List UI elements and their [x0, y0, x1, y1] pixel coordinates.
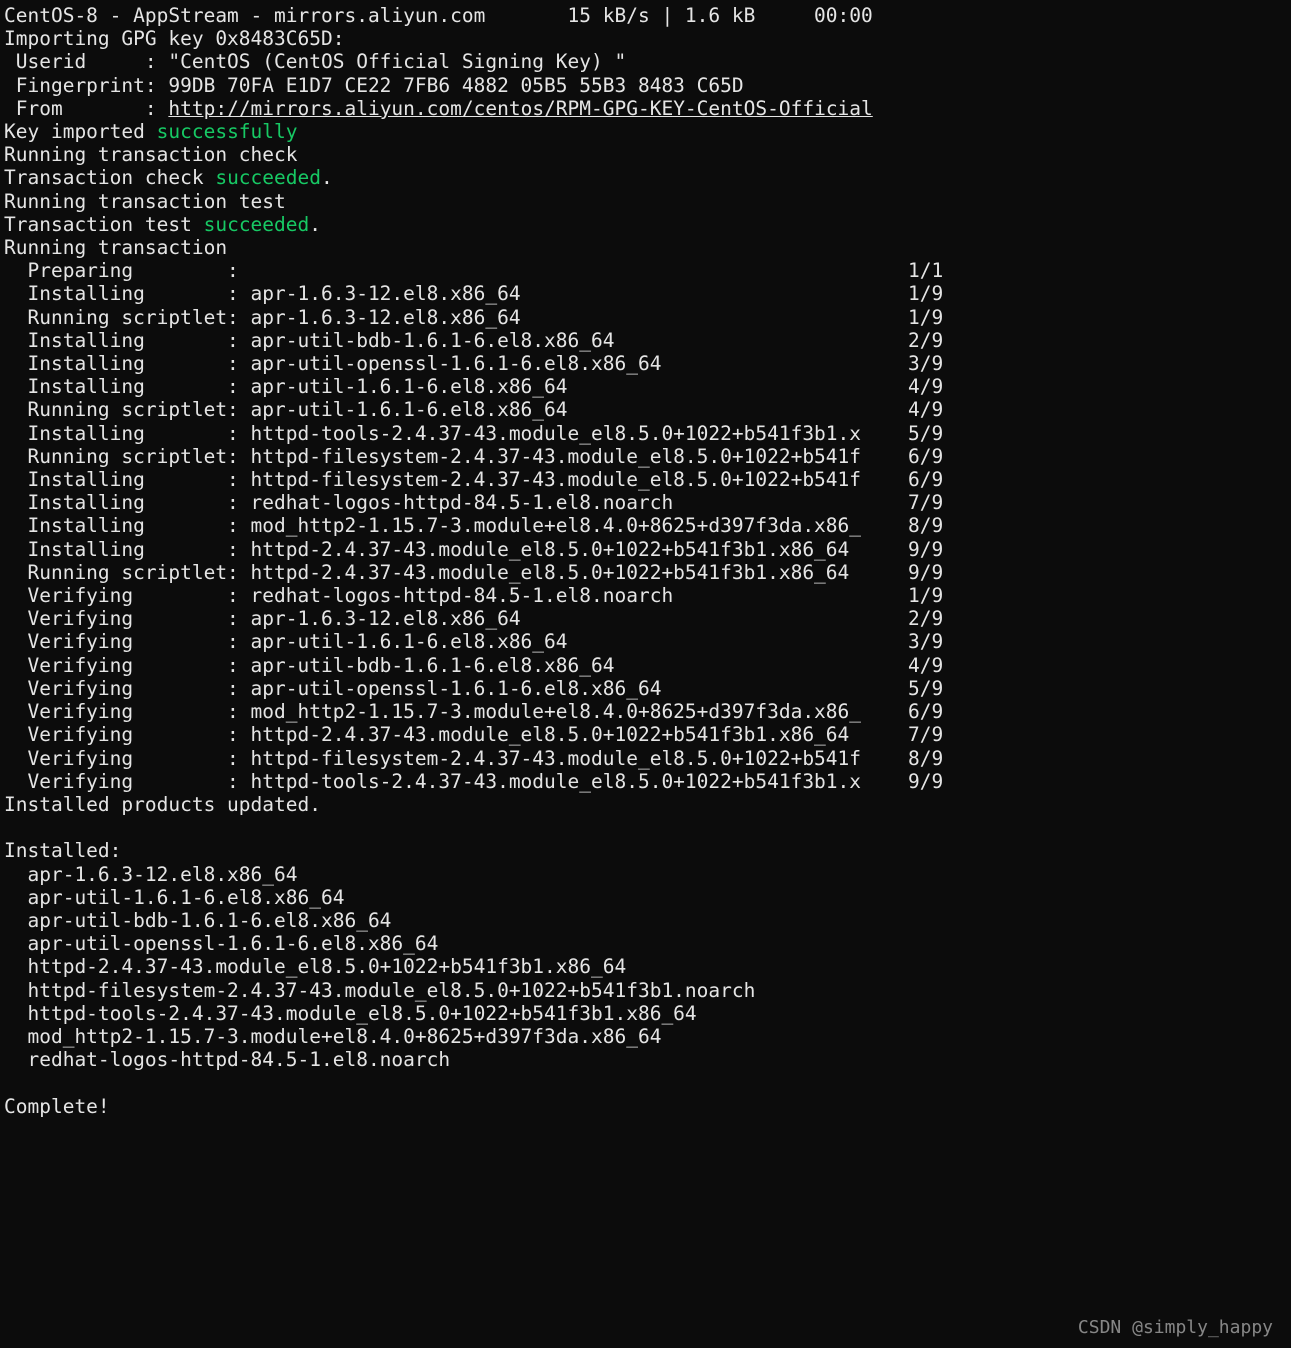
- terminal-output: CentOS-8 - AppStream - mirrors.aliyun.co…: [0, 0, 1291, 1118]
- watermark: CSDN @simply_happy: [1078, 1317, 1273, 1338]
